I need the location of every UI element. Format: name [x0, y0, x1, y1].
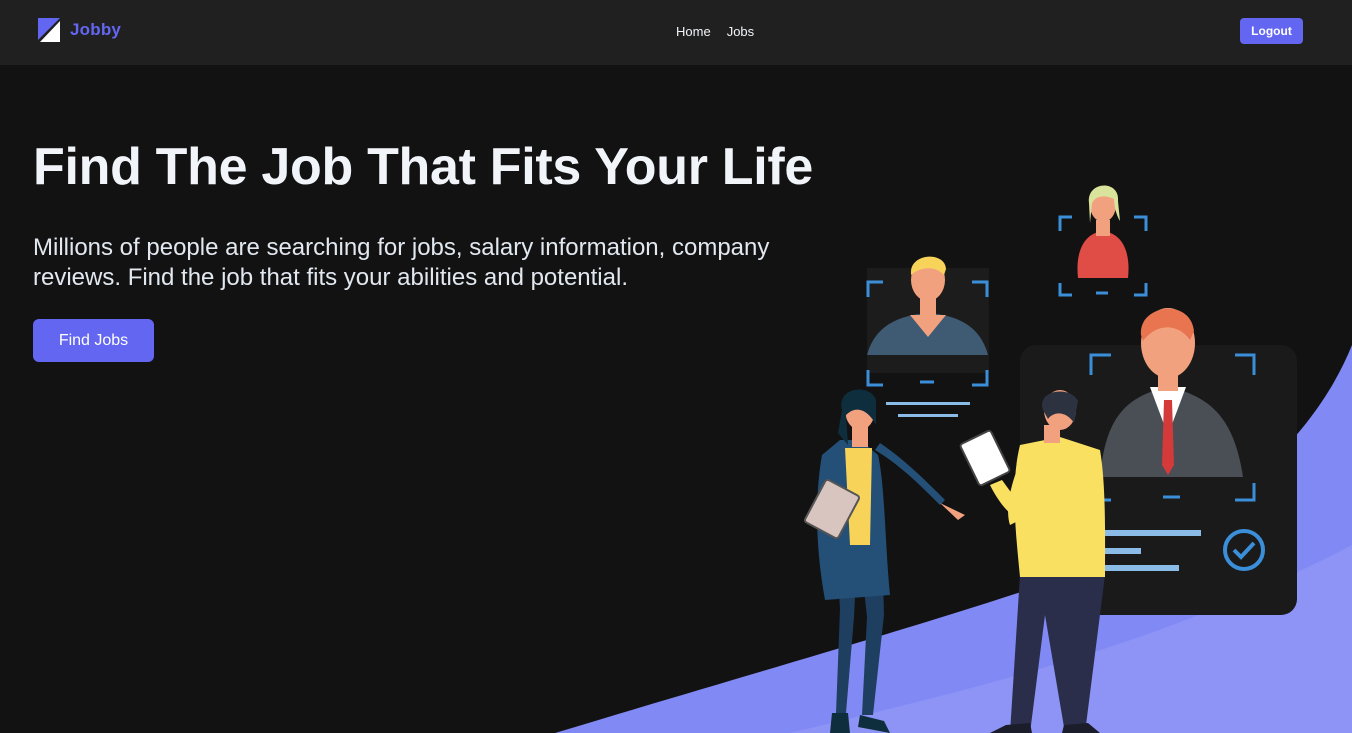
candidate-frame-2 [1058, 185, 1148, 297]
nav-link-home[interactable]: Home [676, 24, 711, 39]
hero-section: Find The Job That Fits Your Life Million… [0, 65, 1352, 733]
brand-logo-link[interactable]: Jobby [38, 18, 121, 42]
nav-links: Home Jobs [676, 23, 754, 41]
candidate-frame-1 [866, 256, 989, 417]
brand-name: Jobby [70, 20, 122, 39]
find-jobs-button[interactable]: Find Jobs [33, 319, 154, 362]
nav-link-jobs[interactable]: Jobs [727, 24, 754, 39]
logout-button[interactable]: Logout [1240, 18, 1303, 44]
jobby-logo-icon [38, 18, 60, 42]
hero-title: Find The Job That Fits Your Life [33, 138, 814, 196]
navbar: Jobby Home Jobs Logout [0, 0, 1352, 65]
hero-description: Millions of people are searching for job… [33, 234, 770, 291]
